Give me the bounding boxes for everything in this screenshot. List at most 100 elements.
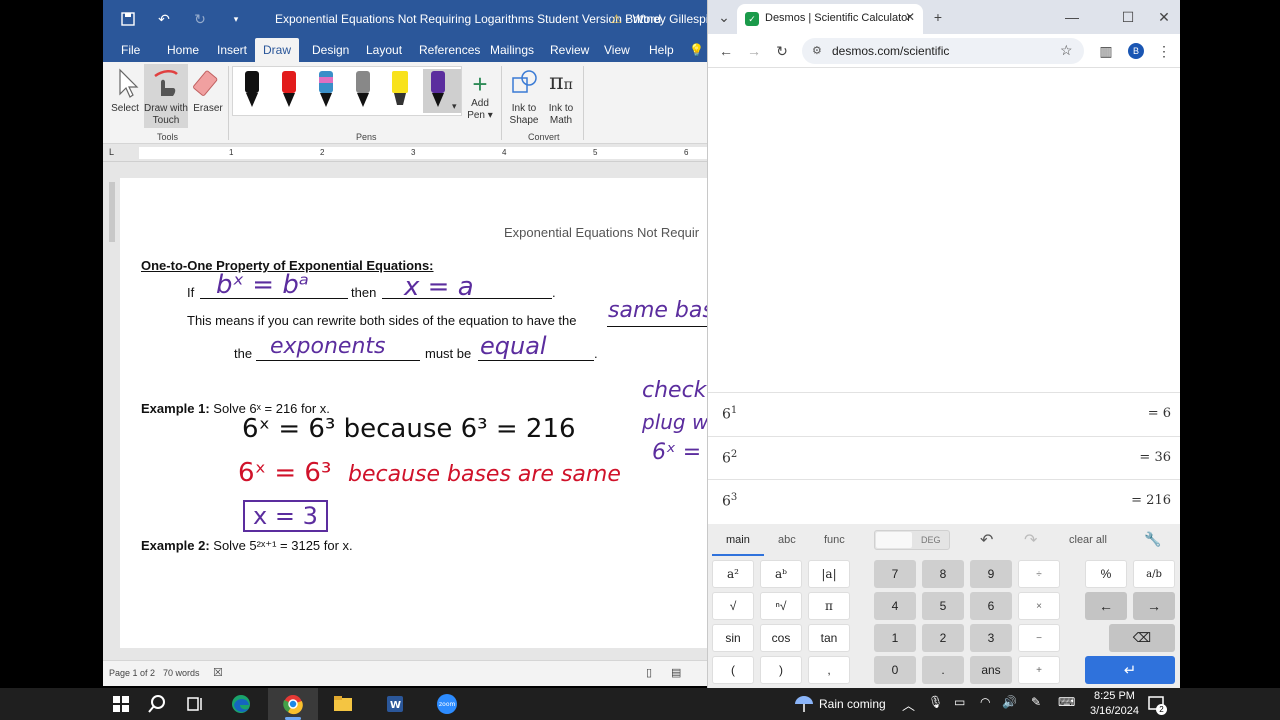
page-count[interactable]: Page 1 of 2: [109, 668, 155, 678]
clock-date[interactable]: 3/16/2024: [1090, 705, 1139, 717]
site-info-icon[interactable]: ⚙: [812, 44, 822, 57]
side-panel-icon[interactable]: ▥: [1096, 41, 1116, 61]
key-left-arrow[interactable]: ←: [1085, 592, 1127, 620]
volume-icon[interactable]: 🔊: [1002, 695, 1017, 709]
key-7[interactable]: 7: [874, 560, 916, 588]
tab-insert[interactable]: Insert: [209, 38, 255, 62]
tab-view[interactable]: View: [596, 38, 638, 62]
new-tab-icon[interactable]: +: [928, 7, 948, 27]
key-6[interactable]: 6: [970, 592, 1012, 620]
key-cos[interactable]: cos: [760, 624, 802, 652]
save-icon[interactable]: [117, 8, 139, 30]
search-icon[interactable]: [146, 693, 168, 715]
chrome-menu-icon[interactable]: ⋮: [1154, 41, 1174, 61]
lightbulb-icon[interactable]: 💡: [681, 38, 707, 62]
purple-pen-selected[interactable]: ▾: [423, 69, 461, 113]
key-2[interactable]: 2: [922, 624, 964, 652]
clock-time[interactable]: 8:25 PM: [1094, 690, 1135, 702]
edge-browser-icon[interactable]: [230, 693, 252, 715]
key-9[interactable]: 9: [970, 560, 1012, 588]
battery-icon[interactable]: ▭: [954, 695, 965, 709]
back-icon[interactable]: ←: [716, 41, 736, 61]
task-view-icon[interactable]: [184, 693, 206, 715]
expression-input[interactable]: 62: [722, 449, 737, 467]
weather-text[interactable]: Rain coming: [819, 697, 886, 711]
key-backspace[interactable]: ⌫: [1109, 624, 1175, 652]
key-comma[interactable]: ,: [808, 656, 850, 684]
tab-review[interactable]: Review: [542, 38, 597, 62]
key-plus[interactable]: +: [1018, 656, 1060, 684]
ink-to-math-button[interactable]: ππ Ink to Math: [544, 66, 578, 127]
minimize-icon[interactable]: —: [1062, 7, 1082, 27]
galaxy-pen[interactable]: [315, 69, 337, 113]
yellow-highlighter[interactable]: [389, 69, 411, 113]
key-a-squared[interactable]: a²: [712, 560, 754, 588]
reload-icon[interactable]: ↻: [772, 41, 792, 61]
notification-bell-icon[interactable]: 2: [1146, 694, 1167, 715]
key-1[interactable]: 1: [874, 624, 916, 652]
zoom-icon[interactable]: zoom: [436, 693, 458, 715]
key-ans[interactable]: ans: [970, 656, 1012, 684]
expression-row-3[interactable]: 63 = 216: [708, 479, 1180, 522]
bookmark-star-icon[interactable]: ☆: [1060, 42, 1073, 59]
forward-icon[interactable]: →: [744, 41, 764, 61]
key-sin[interactable]: sin: [712, 624, 754, 652]
chrome-taskbar-active[interactable]: [268, 688, 318, 720]
key-multiply[interactable]: ×: [1018, 592, 1060, 620]
customize-qat-icon[interactable]: ▾: [225, 8, 247, 30]
chevron-up-icon[interactable]: ︿: [902, 695, 915, 714]
document-page[interactable]: Exponential Equations Not Requir One-to-…: [120, 178, 707, 648]
wifi-icon[interactable]: ◠: [980, 695, 990, 709]
file-explorer-icon[interactable]: [332, 693, 354, 715]
select-button[interactable]: Select: [109, 66, 141, 115]
expression-input[interactable]: 61: [722, 405, 737, 423]
draw-with-touch-button[interactable]: Draw with Touch: [144, 64, 188, 128]
key-a-power-b[interactable]: aᵇ: [760, 560, 802, 588]
keypad-tab-main[interactable]: main: [726, 534, 750, 546]
red-pen[interactable]: [278, 69, 300, 113]
key-left-paren[interactable]: (: [712, 656, 754, 684]
undo-icon[interactable]: ↶: [153, 8, 175, 30]
key-8[interactable]: 8: [922, 560, 964, 588]
proofing-icon[interactable]: ☒: [213, 666, 223, 679]
key-0[interactable]: 0: [874, 656, 916, 684]
tab-draw[interactable]: Draw: [255, 38, 300, 62]
key-enter[interactable]: ↵: [1085, 656, 1175, 684]
key-tan[interactable]: tan: [808, 624, 850, 652]
microphone-icon[interactable]: 🎙: [928, 695, 943, 709]
keypad-tab-abc[interactable]: abc: [778, 534, 796, 546]
windows-start-icon[interactable]: [110, 693, 132, 715]
key-sqrt[interactable]: √: [712, 592, 754, 620]
maximize-icon[interactable]: ☐: [1118, 7, 1138, 27]
umbrella-weather-icon[interactable]: [793, 693, 815, 715]
close-window-icon[interactable]: ✕: [1154, 7, 1174, 27]
key-abs[interactable]: |a|: [808, 560, 850, 588]
key-4[interactable]: 4: [874, 592, 916, 620]
tab-help[interactable]: Help: [641, 38, 682, 62]
close-tab-icon[interactable]: ✕: [905, 10, 915, 24]
key-pi[interactable]: π: [808, 592, 850, 620]
tab-references[interactable]: References: [411, 38, 488, 62]
ink-to-shape-button[interactable]: Ink to Shape: [507, 66, 541, 127]
key-right-arrow[interactable]: →: [1133, 592, 1175, 620]
key-5[interactable]: 5: [922, 592, 964, 620]
word-count[interactable]: 70 words: [163, 668, 200, 678]
black-pen[interactable]: [241, 69, 263, 113]
word-icon[interactable]: W: [384, 693, 406, 715]
key-nth-root[interactable]: ⁿ√: [760, 592, 802, 620]
gray-pen[interactable]: [352, 69, 374, 113]
key-decimal[interactable]: .: [922, 656, 964, 684]
tab-home[interactable]: Home: [159, 38, 207, 62]
read-mode-icon[interactable]: ▯: [646, 666, 652, 679]
rad-deg-toggle[interactable]: DEG: [874, 530, 950, 550]
account-name[interactable]: ⚠ Brittney Gillespie-Po: [611, 12, 707, 26]
expression-row-1[interactable]: 61 = 6: [708, 392, 1180, 435]
tab-mailings[interactable]: Mailings: [482, 38, 542, 62]
add-pen-button[interactable]: + Add Pen ▾: [465, 70, 495, 122]
expression-row-2[interactable]: 62 = 36: [708, 436, 1180, 479]
redo-icon[interactable]: ↷: [1024, 530, 1037, 550]
tab-layout[interactable]: Layout: [358, 38, 410, 62]
key-divide[interactable]: ÷: [1018, 560, 1060, 588]
keypad-tab-func[interactable]: func: [824, 534, 845, 546]
key-3[interactable]: 3: [970, 624, 1012, 652]
